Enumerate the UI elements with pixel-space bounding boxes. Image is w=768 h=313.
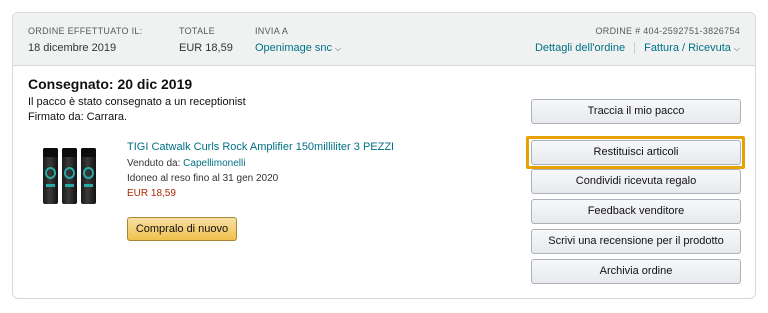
product-seller-line: Venduto da: Capellimonelli [127,157,245,170]
divider [634,42,636,55]
buy-again-button[interactable]: Compralo di nuovo [127,217,237,241]
invoice-dropdown[interactable]: Fattura / Ricevuta [644,42,731,54]
chevron-down-icon: ⌵ [335,44,342,53]
order-total-label: TOTALE [179,26,215,36]
track-package-button[interactable]: Traccia il mio pacco [531,99,741,124]
archive-order-button[interactable]: Archivia ordine [531,259,741,284]
order-date-label: ORDINE EFFETTUATO IL: [28,26,143,36]
ship-to-dropdown[interactable]: Openimage snc ⌵ [255,41,341,56]
ship-to-name[interactable]: Openimage snc [255,42,332,54]
product-image[interactable] [41,146,99,204]
delivery-signed-by: Firmato da: Carrara. [28,111,128,123]
product-bottle [81,148,96,204]
order-total-value: EUR 18,59 [179,42,233,54]
return-items-button[interactable]: Restituisci articoli [531,140,741,165]
order-header: ORDINE EFFETTUATO IL: 18 dicembre 2019 T… [13,13,755,66]
product-title-link[interactable]: TIGI Catwalk Curls Rock Amplifier 150mil… [127,140,394,154]
order-header-links: Dettagli dell'ordine Fattura / Ricevuta ⌵ [535,41,740,56]
chevron-down-icon: ⌵ [733,44,740,53]
ship-to-section: INVIA A Openimage snc ⌵ [255,26,341,56]
return-window: Idoneo al reso fino al 31 gen 2020 [127,173,279,184]
seller-link[interactable]: Capellimonelli [183,158,245,169]
delivery-status-detail: Il pacco è stato consegnato a un recepti… [28,96,246,108]
order-total-section: TOTALE EUR 18,59 [179,26,233,55]
product-bottle [62,148,77,204]
write-review-button[interactable]: Scrivi una recensione per il prodotto [531,229,741,254]
product-bottle [43,148,58,204]
order-date-section: ORDINE EFFETTUATO IL: 18 dicembre 2019 [28,26,142,55]
order-details-link[interactable]: Dettagli dell'ordine [535,42,625,54]
order-number: ORDINE # 404-2592751-3826754 [595,26,740,36]
share-gift-receipt-button[interactable]: Condividi ricevuta regalo [531,169,741,194]
seller-feedback-button[interactable]: Feedback venditore [531,199,741,224]
delivery-status-title: Consegnato: 20 dic 2019 [28,76,193,92]
order-card: ORDINE EFFETTUATO IL: 18 dicembre 2019 T… [12,12,756,299]
sold-by-label: Venduto da: [127,158,181,169]
ship-to-label: INVIA A [255,26,289,36]
product-price: EUR 18,59 [127,188,176,199]
order-date-value: 18 dicembre 2019 [28,42,117,54]
